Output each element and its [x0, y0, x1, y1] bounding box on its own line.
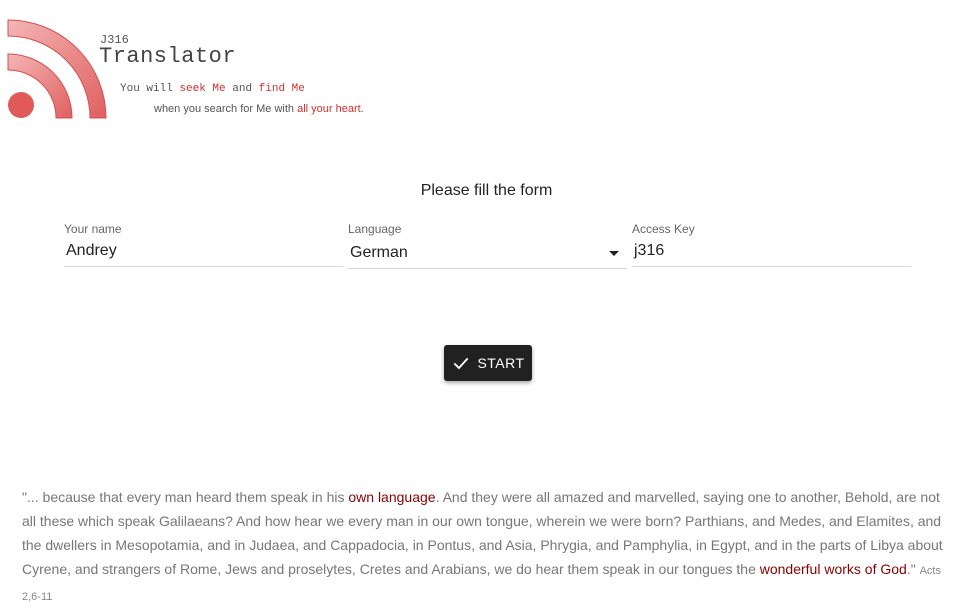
access-key-field: Access Key j316 [632, 222, 911, 267]
name-input[interactable]: Andrey [64, 241, 343, 267]
access-key-input[interactable]: j316 [632, 241, 911, 267]
form-title: Please fill the form [420, 182, 553, 199]
language-select[interactable]: German [348, 241, 627, 269]
tagline-secondary: when you search for Me with all your hea… [154, 103, 364, 115]
start-button[interactable]: START [444, 345, 532, 381]
page: J316 Translator You will seek Me and fin… [0, 0, 973, 615]
own-language-highlight: own language [348, 489, 436, 505]
rss-signal-icon [7, 19, 107, 119]
tagline-primary: You will seek Me and find Me [120, 83, 305, 95]
language-field: Language German [348, 222, 627, 269]
name-field: Your name Andrey [64, 222, 343, 267]
dropdown-arrow-icon [609, 251, 619, 256]
access-key-label: Access Key [632, 222, 695, 236]
scripture-quote: "... because that every man heard them s… [22, 489, 943, 603]
language-selected-value: German [350, 244, 408, 261]
brand-title: Translator [99, 44, 237, 69]
start-button-label: START [477, 355, 525, 371]
name-label: Your name [64, 222, 122, 236]
check-icon [454, 357, 469, 370]
language-label: Language [348, 222, 402, 236]
wonderful-works-highlight: wonderful works of God [759, 561, 907, 577]
